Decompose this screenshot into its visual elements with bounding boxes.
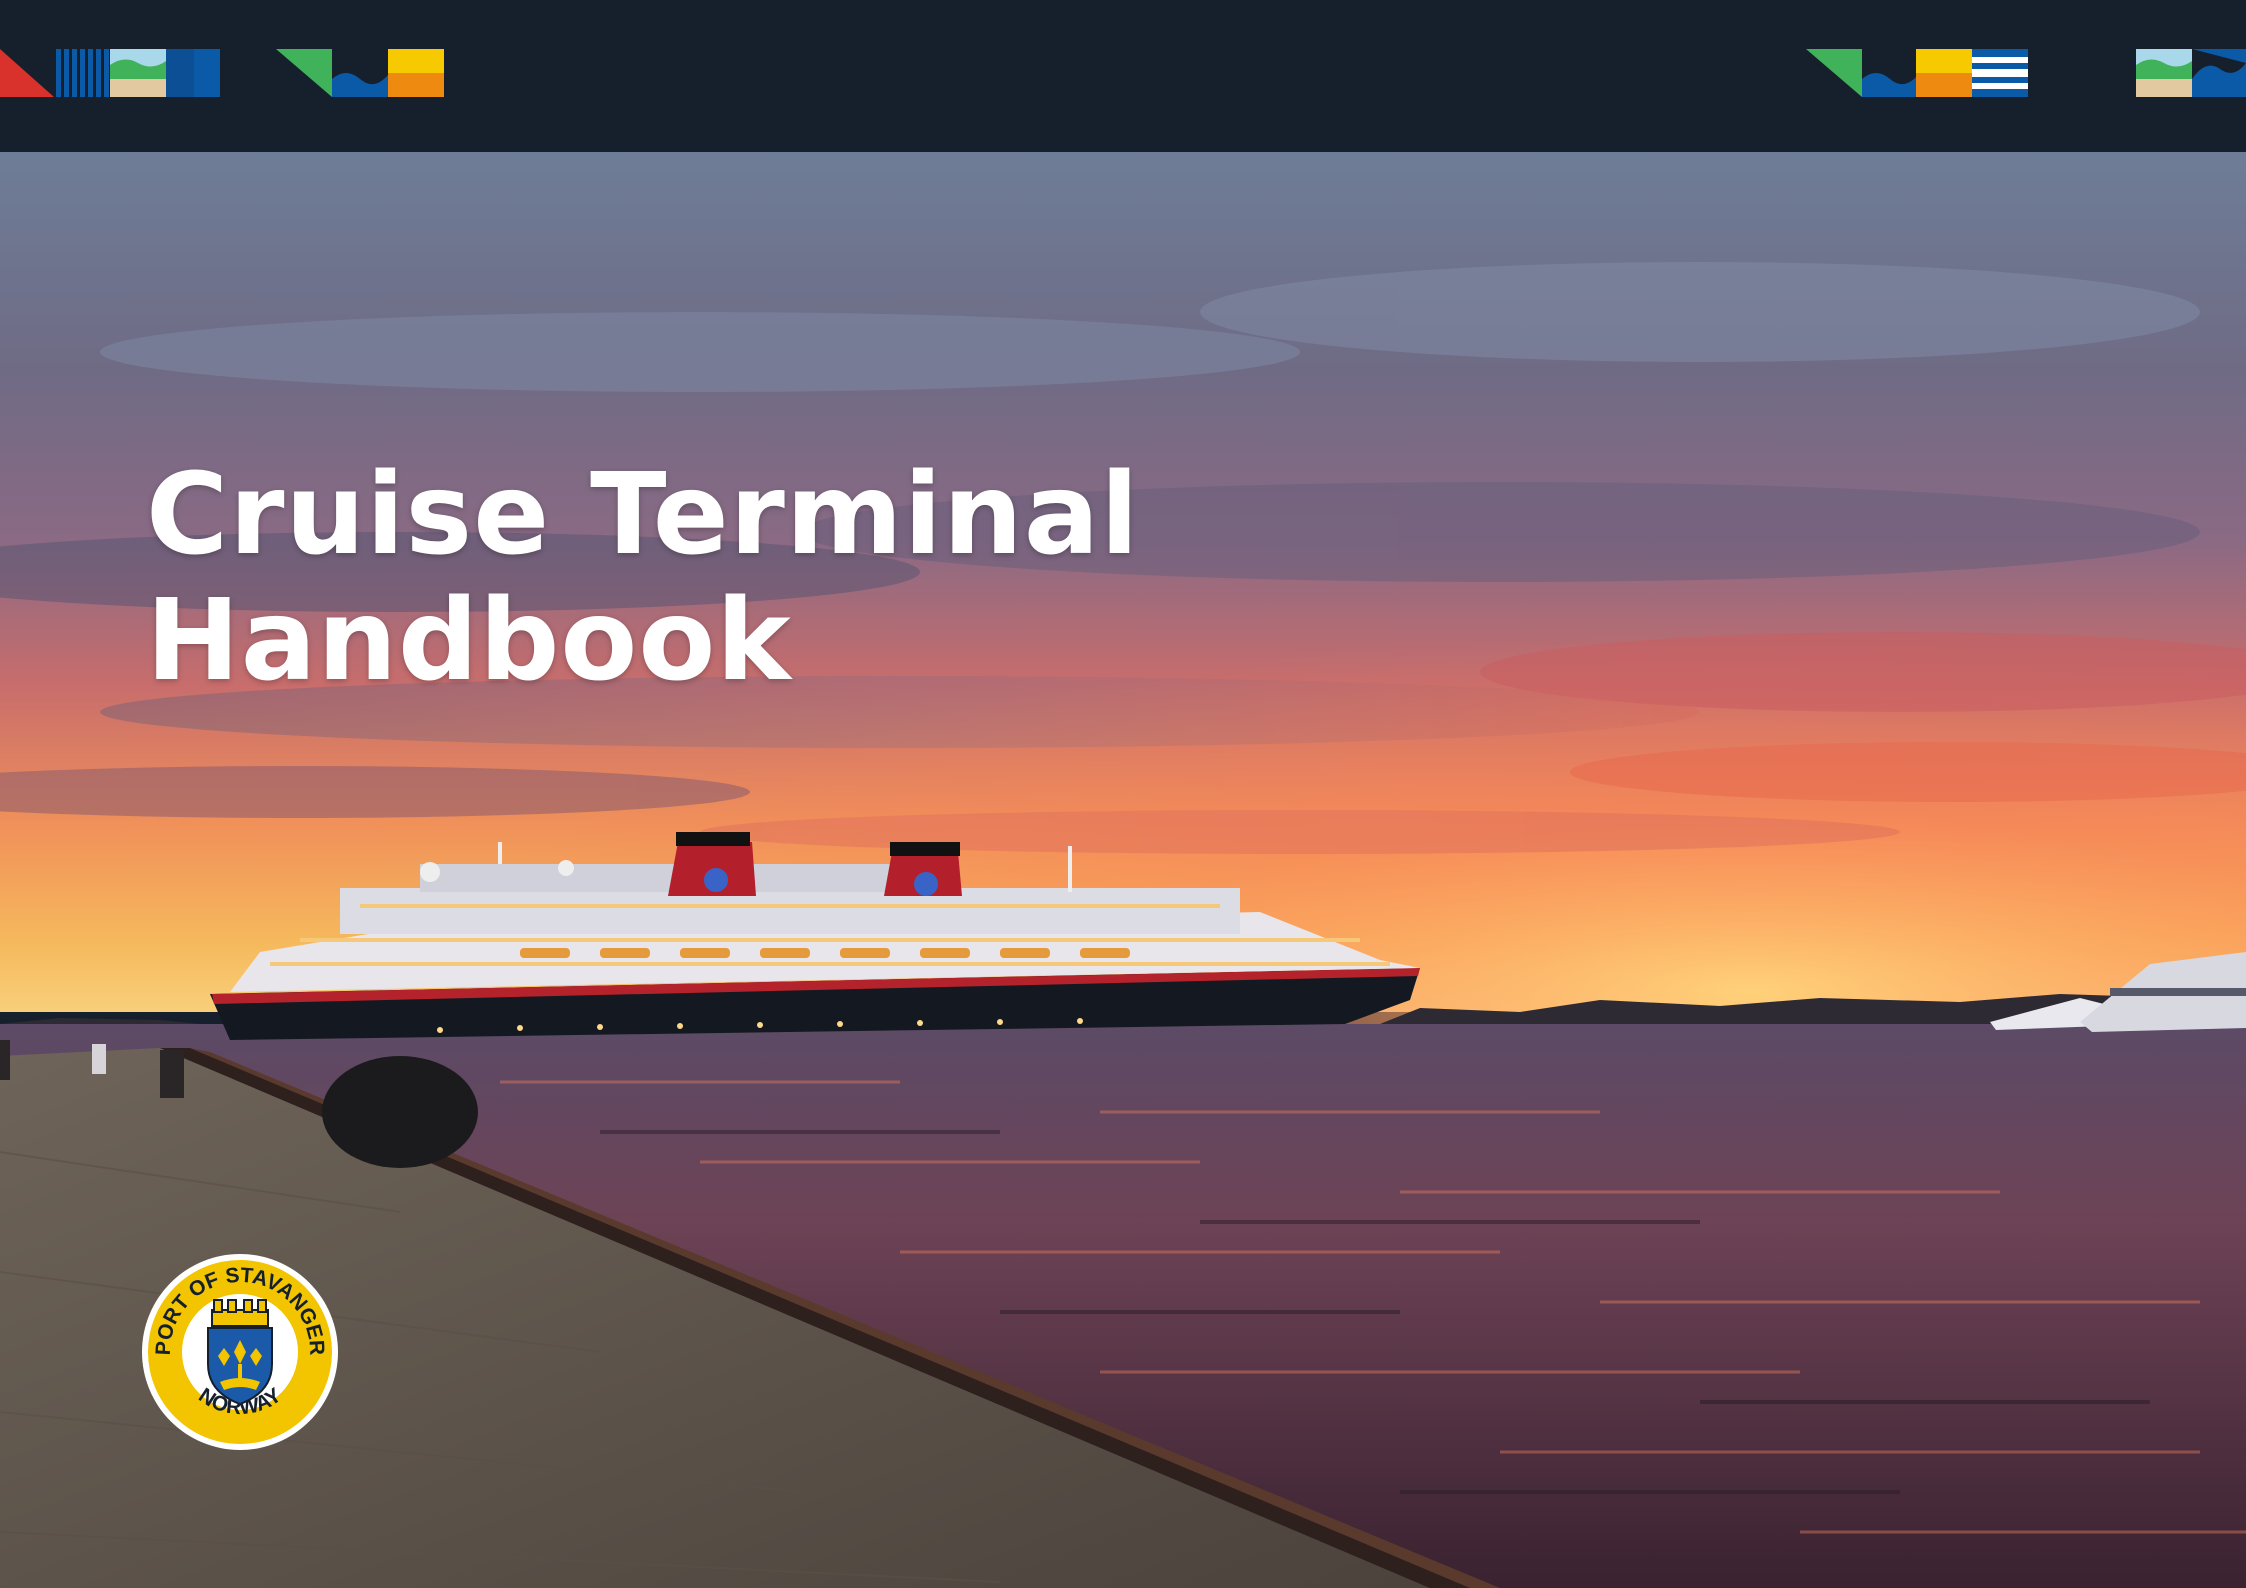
signal-flags-left-a — [0, 49, 222, 97]
top-banner — [0, 0, 2246, 152]
port-of-stavanger-logo: PORT OF STAVANGER NORWAY — [140, 1252, 340, 1452]
signal-flags-left-b — [276, 49, 444, 97]
page-title: Cruise Terminal Handbook — [146, 452, 1140, 704]
signal-flags-right-b — [2136, 49, 2246, 97]
title-line-2: Handbook — [146, 576, 792, 706]
signal-flags-right-a — [1806, 49, 2028, 97]
title-line-1: Cruise Terminal — [146, 450, 1140, 580]
